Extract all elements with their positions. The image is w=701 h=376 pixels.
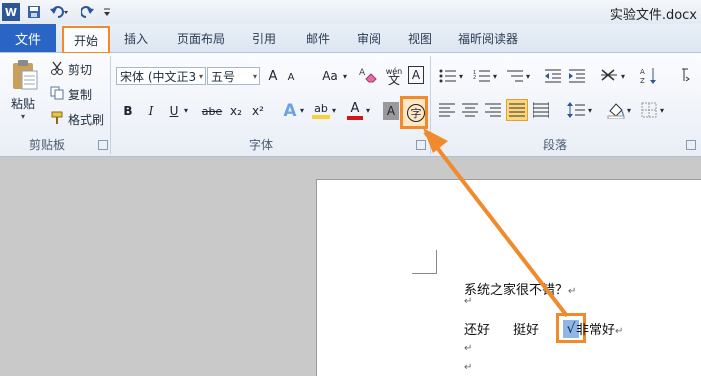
annotation-arrow xyxy=(423,128,569,318)
arrow-shaft xyxy=(423,130,569,318)
arrow-head xyxy=(423,128,448,153)
